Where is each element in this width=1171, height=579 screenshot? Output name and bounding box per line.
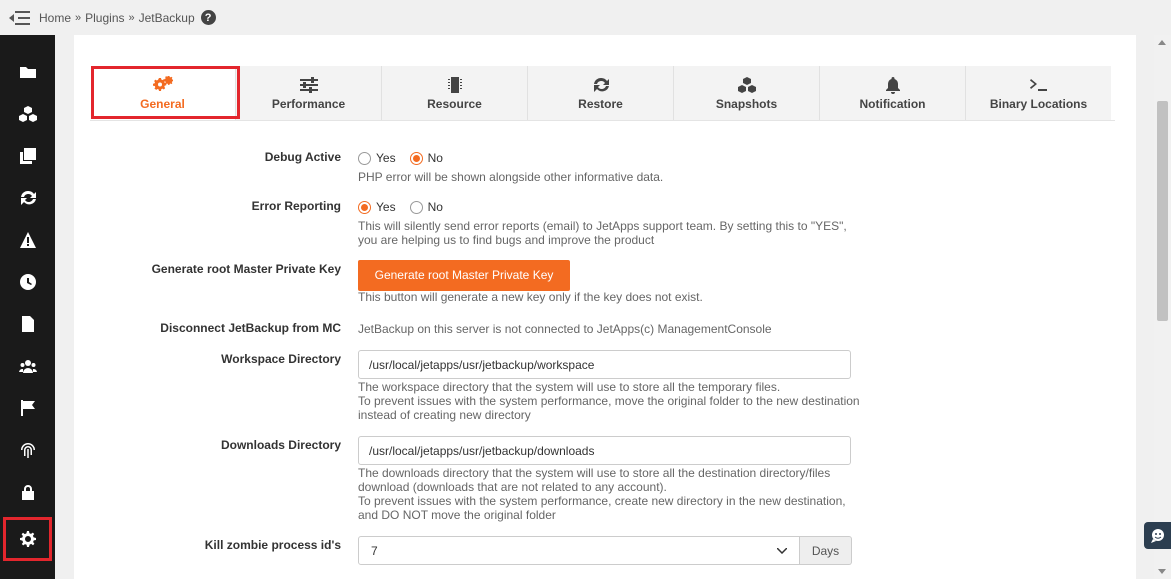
sidebar-flag-icon[interactable]: [0, 387, 55, 429]
breadcrumb-separator: »: [128, 11, 135, 24]
downloads-help-line2: download (downloads that are not related…: [358, 480, 667, 494]
sidebar-cubes-icon[interactable]: [0, 93, 55, 135]
tab-label: Restore: [578, 96, 623, 111]
sidebar-clock-icon[interactable]: [0, 261, 55, 303]
tab-label: Snapshots: [715, 96, 778, 111]
breadcrumb-plugins[interactable]: Plugins: [85, 11, 124, 25]
zombie-days-addon: Days: [800, 536, 852, 565]
workspace-label: Workspace Directory: [221, 352, 341, 366]
error-reporting-help-line2: you are helping us to find bugs and impr…: [358, 233, 655, 247]
scroll-up-arrow[interactable]: [1158, 40, 1166, 45]
debug-yes-radio[interactable]: [358, 151, 371, 165]
tab-label: Notification: [859, 96, 926, 111]
sidebar-warning-icon[interactable]: [0, 219, 55, 261]
error-reporting-no-radio[interactable]: [409, 200, 423, 214]
chat-icon: [1150, 528, 1164, 543]
downloads-help-line3: To prevent issues with the system perfor…: [358, 494, 846, 508]
error-reporting-yes-label: Yes: [376, 200, 396, 214]
gears-icon: [152, 75, 173, 91]
chevron-down-icon: [777, 547, 787, 554]
scrollbar-thumb[interactable]: [1157, 101, 1168, 321]
error-reporting-yes-radio[interactable]: [358, 200, 371, 214]
sidebar-lock-icon[interactable]: [0, 471, 55, 513]
debug-no-label: No: [427, 151, 443, 165]
tab-snapshots[interactable]: Snapshots: [674, 66, 820, 120]
tab-general[interactable]: General: [90, 66, 236, 120]
debug-no-radio[interactable]: [409, 151, 423, 165]
sidebar-settings-icon[interactable]: [3, 517, 52, 561]
downloads-help-line4: and DO NOT move the original folder: [358, 508, 556, 522]
top-bar: Home » Plugins » JetBackup ?: [0, 0, 1171, 35]
chip-icon: [447, 76, 462, 93]
cubes-icon: [737, 76, 756, 93]
sidebar-users-icon[interactable]: [0, 345, 55, 387]
debug-active-label: Debug Active: [264, 150, 341, 164]
sidebar: [0, 35, 55, 579]
debug-yes-label: Yes: [376, 151, 396, 165]
tab-binary-locations[interactable]: Binary Locations: [966, 66, 1111, 120]
breadcrumb-separator: »: [75, 11, 82, 24]
main-content: General Performance Resource Restore Sna…: [74, 35, 1136, 579]
refresh-icon: [593, 77, 609, 92]
tab-label: Resource: [427, 96, 482, 111]
tab-notification[interactable]: Notification: [820, 66, 966, 120]
terminal-icon: [1029, 78, 1047, 91]
bell-icon: [885, 76, 900, 94]
settings-tabs: General Performance Resource Restore Sna…: [90, 66, 1115, 121]
scroll-down-arrow[interactable]: [1158, 569, 1166, 574]
breadcrumb: Home » Plugins » JetBackup ?: [39, 10, 216, 25]
debug-active-radios: Yes No: [358, 150, 663, 166]
workspace-directory-input[interactable]: [358, 350, 851, 379]
generate-master-key-button[interactable]: Generate root Master Private Key: [358, 260, 570, 291]
sliders-icon: [299, 76, 318, 93]
downloads-label: Downloads Directory: [220, 438, 341, 452]
menu-toggle-icon[interactable]: [5, 3, 35, 33]
sidebar-folder-icon[interactable]: [0, 51, 55, 93]
disconnect-label: Disconnect JetBackup from MC: [160, 321, 341, 335]
error-reporting-radios: Yes No: [358, 199, 847, 215]
workspace-help-line2: To prevent issues with the system perfor…: [358, 394, 860, 408]
sidebar-refresh-icon[interactable]: [0, 177, 55, 219]
sidebar-fingerprint-icon[interactable]: [0, 429, 55, 471]
tab-label: Performance: [271, 96, 346, 111]
tab-label: Binary Locations: [989, 96, 1088, 111]
disconnect-status: JetBackup on this server is not connecte…: [358, 322, 772, 336]
workspace-help-line1: The workspace directory that the system …: [358, 380, 781, 394]
error-reporting-label: Error Reporting: [251, 199, 341, 213]
error-reporting-no-label: No: [427, 200, 443, 214]
debug-active-help: PHP error will be shown alongside other …: [358, 170, 664, 184]
error-reporting-help-line1: This will silently send error reports (e…: [358, 219, 847, 233]
sidebar-copy-icon[interactable]: [0, 135, 55, 177]
breadcrumb-current: JetBackup: [138, 10, 195, 25]
workspace-help-line3: instead of creating new directory: [358, 408, 531, 422]
master-key-help: This button will generate a new key only…: [358, 290, 703, 304]
page-scrollbar[interactable]: [1154, 35, 1171, 579]
downloads-help-line1: The downloads directory that the system …: [358, 466, 831, 480]
tab-resource[interactable]: Resource: [382, 66, 528, 120]
zombie-days-value: 7: [371, 543, 378, 558]
sidebar-document-icon[interactable]: [0, 303, 55, 345]
help-icon[interactable]: ?: [200, 10, 216, 25]
tab-performance[interactable]: Performance: [236, 66, 382, 120]
downloads-directory-input[interactable]: [358, 436, 851, 465]
zombie-label: Kill zombie process id's: [204, 538, 341, 552]
chat-widget-button[interactable]: [1144, 522, 1171, 549]
master-key-label: Generate root Master Private Key: [151, 262, 341, 276]
zombie-days-select[interactable]: 7: [358, 536, 800, 565]
tab-restore[interactable]: Restore: [528, 66, 674, 120]
tab-label: General: [140, 96, 185, 111]
breadcrumb-home[interactable]: Home: [39, 11, 71, 25]
